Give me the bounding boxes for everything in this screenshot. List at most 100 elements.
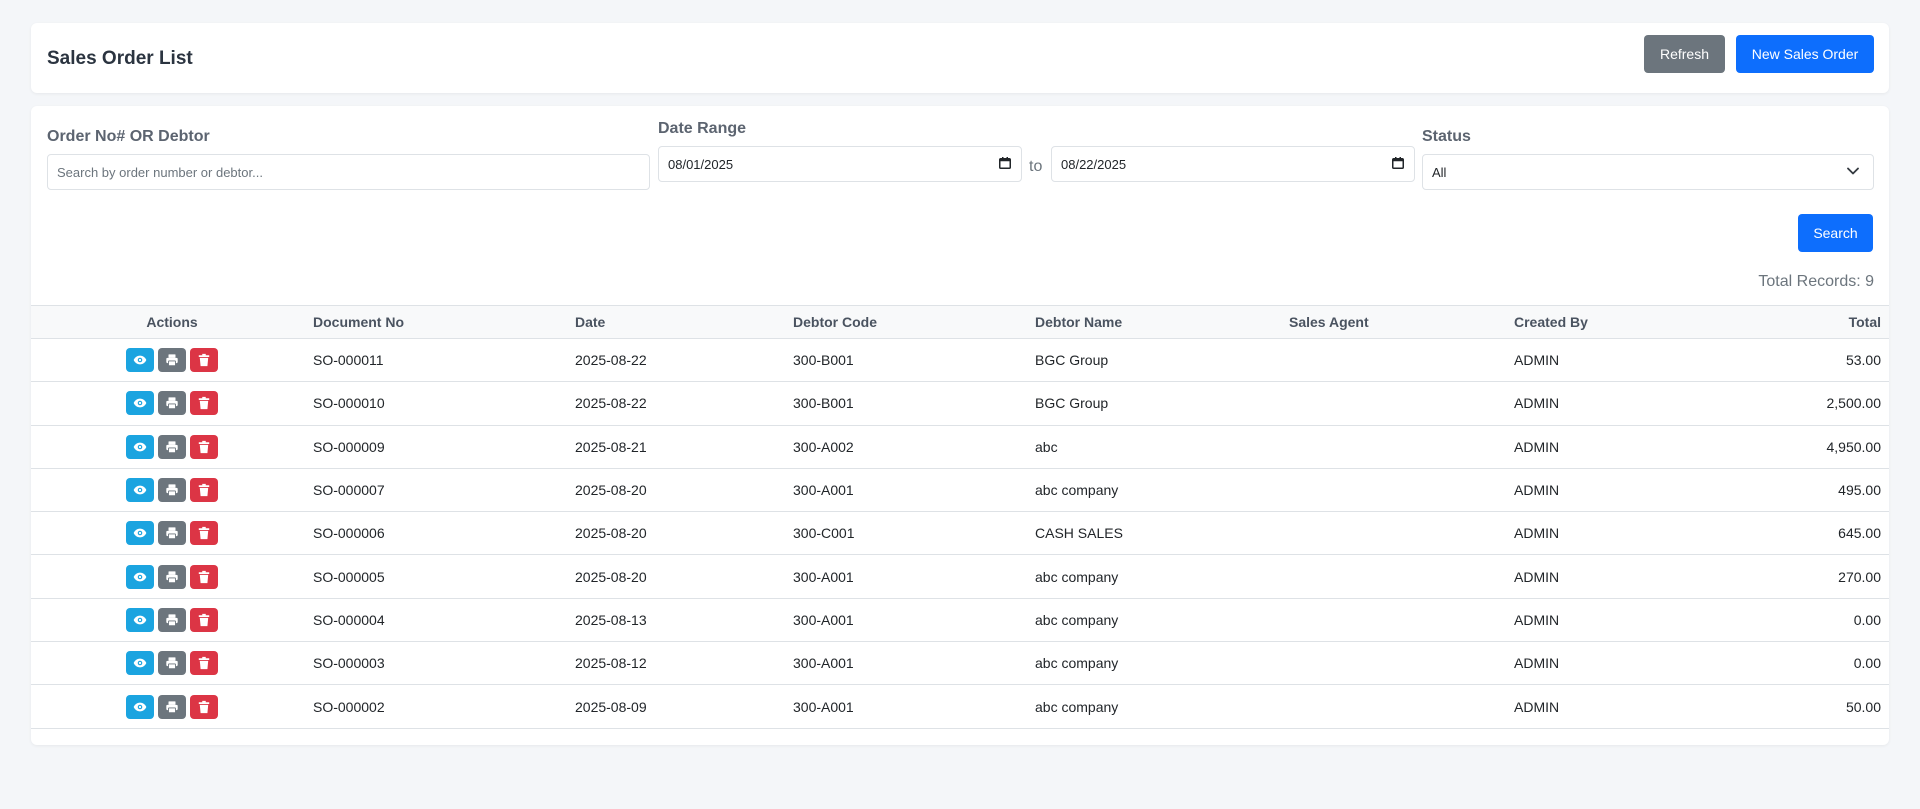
row-actions <box>31 641 313 686</box>
date-from-input[interactable]: 08/01/2025 <box>658 146 1022 182</box>
cell-sales-agent <box>1289 338 1514 383</box>
cell-document-no: SO-000002 <box>313 684 575 729</box>
delete-button[interactable] <box>190 694 218 719</box>
print-button[interactable] <box>158 564 186 589</box>
cell-document-no: SO-000004 <box>313 598 575 643</box>
cell-debtor-code: 300-A001 <box>793 598 1035 643</box>
cell-date: 2025-08-20 <box>575 511 793 556</box>
cell-debtor-name: abc company <box>1035 468 1289 513</box>
row-actions <box>31 468 313 513</box>
cell-debtor-code: 300-A002 <box>793 425 1035 469</box>
cell-document-no: SO-000003 <box>313 641 575 686</box>
delete-button[interactable] <box>190 651 218 676</box>
cell-debtor-name: abc company <box>1035 554 1289 599</box>
column-header-total: Total <box>1774 305 1889 339</box>
print-button[interactable] <box>158 348 186 373</box>
view-button[interactable] <box>126 521 154 546</box>
cell-sales-agent <box>1289 684 1514 729</box>
trash-icon <box>197 396 211 410</box>
cell-debtor-code: 300-A001 <box>793 554 1035 599</box>
cell-created-by: ADMIN <box>1514 381 1774 426</box>
cell-debtor-code: 300-A001 <box>793 641 1035 686</box>
cell-created-by: ADMIN <box>1514 511 1774 556</box>
table-row: SO-000010 2025-08-22 300-B001 BGC Group ADMI… <box>31 381 1889 426</box>
cell-sales-agent <box>1289 554 1514 599</box>
delete-button[interactable] <box>190 391 218 416</box>
print-button[interactable] <box>158 694 186 719</box>
cell-date: 2025-08-12 <box>575 641 793 686</box>
print-button[interactable] <box>158 478 186 503</box>
trash-icon <box>197 700 211 714</box>
printer-icon <box>165 396 179 410</box>
eye-icon <box>133 483 147 497</box>
print-button[interactable] <box>158 607 186 632</box>
status-select[interactable]: All <box>1422 154 1874 190</box>
cell-debtor-name: BGC Group <box>1035 381 1289 426</box>
delete-button[interactable] <box>190 607 218 632</box>
cell-date: 2025-08-21 <box>575 425 793 469</box>
trash-icon <box>197 483 211 497</box>
table-row: SO-000009 2025-08-21 300-A002 abc ADMIN 4,950… <box>31 425 1889 469</box>
cell-date: 2025-08-20 <box>575 468 793 513</box>
refresh-button[interactable]: Refresh <box>1644 35 1725 73</box>
delete-button[interactable] <box>190 348 218 373</box>
delete-button[interactable] <box>190 434 218 459</box>
row-actions <box>31 554 313 599</box>
view-button[interactable] <box>126 391 154 416</box>
printer-icon <box>165 526 179 540</box>
table-row: SO-000011 2025-08-22 300-B001 BGC Group ADMI… <box>31 338 1889 383</box>
cell-debtor-name: abc company <box>1035 684 1289 729</box>
calendar-icon[interactable] <box>1392 157 1404 169</box>
printer-icon <box>165 483 179 497</box>
order-search-input[interactable]: Search by order number or debtor... <box>47 154 650 190</box>
trash-icon <box>197 353 211 367</box>
cell-debtor-name: abc company <box>1035 598 1289 643</box>
view-button[interactable] <box>126 694 154 719</box>
cell-debtor-name: abc <box>1035 425 1289 469</box>
eye-icon <box>133 656 147 670</box>
view-button[interactable] <box>126 478 154 503</box>
date-to-input[interactable]: 08/22/2025 <box>1051 146 1415 182</box>
view-button[interactable] <box>126 607 154 632</box>
delete-button[interactable] <box>190 564 218 589</box>
search-button[interactable]: Search <box>1798 214 1873 252</box>
delete-button[interactable] <box>190 478 218 503</box>
cell-created-by: ADMIN <box>1514 425 1774 469</box>
cell-debtor-name: BGC Group <box>1035 338 1289 383</box>
cell-sales-agent <box>1289 641 1514 686</box>
cell-document-no: SO-000010 <box>313 381 575 426</box>
table-header-row: Actions Document No Date Debtor Code Deb… <box>31 305 1889 339</box>
cell-total: 53.00 <box>1774 338 1889 383</box>
print-button[interactable] <box>158 391 186 416</box>
cell-created-by: ADMIN <box>1514 598 1774 643</box>
column-header-debtor-code: Debtor Code <box>793 305 1035 339</box>
cell-document-no: SO-000011 <box>313 338 575 383</box>
print-button[interactable] <box>158 521 186 546</box>
eye-icon <box>133 353 147 367</box>
trash-icon <box>197 440 211 454</box>
view-button[interactable] <box>126 564 154 589</box>
new-sales-order-button[interactable]: New Sales Order <box>1736 35 1874 73</box>
cell-total: 0.00 <box>1774 598 1889 643</box>
cell-date: 2025-08-22 <box>575 381 793 426</box>
cell-total: 0.00 <box>1774 641 1889 686</box>
table-row: SO-000007 2025-08-20 300-A001 abc company AD… <box>31 468 1889 513</box>
view-button[interactable] <box>126 348 154 373</box>
eye-icon <box>133 700 147 714</box>
trash-icon <box>197 526 211 540</box>
eye-icon <box>133 570 147 584</box>
delete-button[interactable] <box>190 521 218 546</box>
printer-icon <box>165 700 179 714</box>
cell-created-by: ADMIN <box>1514 684 1774 729</box>
cell-total: 270.00 <box>1774 554 1889 599</box>
cell-debtor-name: abc company <box>1035 641 1289 686</box>
calendar-icon[interactable] <box>999 157 1011 169</box>
printer-icon <box>165 570 179 584</box>
print-button[interactable] <box>158 651 186 676</box>
view-button[interactable] <box>126 434 154 459</box>
row-actions <box>31 511 313 556</box>
view-button[interactable] <box>126 651 154 676</box>
eye-icon <box>133 613 147 627</box>
cell-debtor-code: 300-B001 <box>793 381 1035 426</box>
print-button[interactable] <box>158 434 186 459</box>
